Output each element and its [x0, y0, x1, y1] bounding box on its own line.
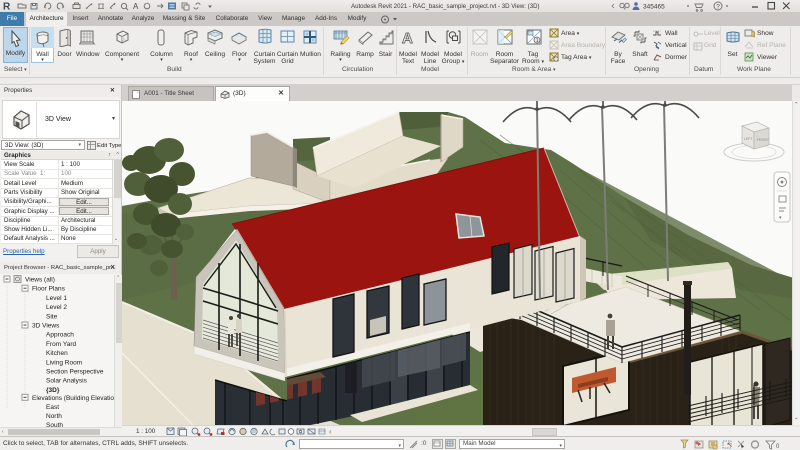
svg-text:Floor Plans: Floor Plans	[32, 286, 66, 293]
svg-text:A: A	[133, 2, 139, 11]
svg-text:‹: ‹	[329, 429, 332, 436]
svg-text:North: North	[46, 413, 62, 420]
svg-text:Level 2: Level 2	[46, 304, 67, 311]
svg-text:Level 1: Level 1	[46, 295, 67, 302]
svg-text:1: 1	[536, 38, 539, 44]
svg-text:Site: Site	[46, 313, 58, 320]
svg-text:?: ?	[716, 4, 720, 11]
svg-text:{3D}: {3D}	[46, 387, 60, 394]
svg-text:Elevations (Building Elevation: Elevations (Building Elevation)	[32, 395, 114, 402]
svg-text:Section Perspective: Section Perspective	[46, 369, 104, 376]
svg-text:From Yard: From Yard	[46, 341, 76, 348]
svg-text:0: 0	[776, 444, 780, 450]
svg-text:Living Room: Living Room	[46, 359, 82, 366]
svg-text:345465: 345465	[643, 4, 665, 11]
svg-text:A: A	[402, 30, 413, 46]
svg-text:Approach: Approach	[46, 332, 74, 339]
svg-text:East: East	[46, 404, 59, 411]
svg-text:Kitchen: Kitchen	[46, 350, 68, 357]
svg-text:Solar Analysis: Solar Analysis	[46, 378, 88, 385]
svg-text:Views (all): Views (all)	[25, 277, 55, 284]
svg-text:3D Views: 3D Views	[32, 323, 60, 330]
svg-text:LEFT: LEFT	[744, 137, 753, 141]
svg-text:R: R	[3, 2, 11, 13]
svg-text:FRONT: FRONT	[757, 138, 770, 142]
